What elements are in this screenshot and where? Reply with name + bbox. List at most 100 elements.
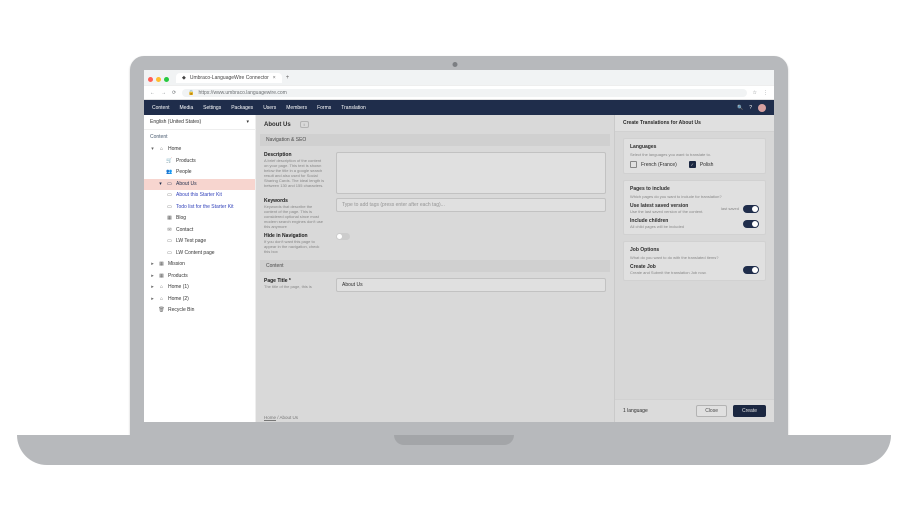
home-icon: ⌂ [158,296,165,304]
grid-icon: ▦ [166,215,173,223]
languages-card: Languages Select the languages you want … [623,138,766,174]
pages-header: Pages to include [630,186,759,192]
mail-icon: ✉ [166,227,173,235]
tree-recycle-bin[interactable]: 🗑Recycle Bin [144,305,255,317]
job-options-sub: What do you want to do with the translat… [630,255,759,260]
keywords-help: Keywords that describe the content of th… [264,204,326,229]
help-icon[interactable]: ? [749,105,752,111]
checkbox-french[interactable] [630,161,637,168]
tab-title: Umbraco-LanguageWire Connector [190,75,269,81]
doc-icon: ▭ [166,192,173,200]
tree-home[interactable]: ▾⌂Home [144,144,255,156]
language-label: English (United States) [150,119,201,125]
tree-home-1[interactable]: ▸⌂Home (1) [144,282,255,294]
latest-saved-sub: Use the last saved version of the conten… [630,209,703,214]
nav-translation[interactable]: Translation [341,105,366,111]
nav-back[interactable]: ← [150,90,155,96]
section-content: Content [260,260,610,272]
lang-polish-label: Polish [700,162,714,168]
trash-icon: 🗑 [158,307,165,315]
create-job-toggle[interactable] [743,266,759,274]
keywords-input[interactable]: Type to add tags (press enter after each… [336,198,606,212]
bookmark-icon[interactable]: ☆ [753,90,757,96]
lock-icon: 🔒 [188,90,194,96]
menu-icon[interactable]: ⋮ [763,90,768,96]
pagetitle-help: The title of the page, this is [264,284,326,289]
job-options-header: Job Options [630,247,759,253]
tree-lw-test[interactable]: ▭LW Test page [144,236,255,248]
translation-panel: Create Translations for About Us Languag… [614,115,774,422]
panel-title: Create Translations for About Us [615,115,774,132]
page-title: About Us [264,122,291,128]
close-button[interactable]: Close [696,405,727,417]
home-icon: ⌂ [158,284,165,292]
lang-french[interactable]: French (France) [630,161,677,168]
pages-card: Pages to include Which pages do you want… [623,180,766,235]
browser-tab[interactable]: ◆ Umbraco-LanguageWire Connector × [176,73,282,83]
address-bar[interactable]: 🔒 https://www.umbraco.languagewire.com [182,89,746,97]
lang-polish[interactable]: Polish [689,161,714,168]
nav-content[interactable]: Content [152,105,170,111]
window-controls [148,69,172,87]
tree-about-us[interactable]: ▾▭About Us [144,179,255,191]
tree-products[interactable]: 🛒Products [144,156,255,168]
description-help: A brief description of the content on yo… [264,158,326,188]
nav-reload[interactable]: ⟳ [172,90,176,96]
search-icon[interactable]: 🔍 [737,105,743,111]
top-navigation: Content Media Settings Packages Users Me… [144,100,774,115]
description-input[interactable] [336,152,606,194]
nav-users[interactable]: Users [263,105,276,111]
language-selector[interactable]: English (United States) ▾ [144,115,255,130]
tree-todo[interactable]: ▭Todo list for the Starter Kit [144,202,255,214]
pages-sub: Which pages do you want to include for t… [630,194,759,199]
languages-header: Languages [630,144,759,150]
latest-saved-toggle[interactable] [743,205,759,213]
panel-footer: 1 language Close Create [615,399,774,422]
include-children-sub: All child pages will be included [630,224,684,229]
section-navseo: Navigation & SEO [260,134,610,146]
tree-home-2[interactable]: ▸⌂Home (2) [144,294,255,306]
chevron-down-icon: ▾ [246,119,249,125]
home-icon: ⌂ [158,146,165,154]
tree-about-starter[interactable]: ▭About this Starter Kit [144,190,255,202]
job-options-card: Job Options What do you want to do with … [623,241,766,281]
doc-icon: ▭ [166,181,173,189]
doc-icon: ▭ [166,250,173,258]
pagetitle-input[interactable]: About Us [336,278,606,292]
hide-nav-help: If you don't want this page to appear in… [264,239,326,254]
create-button[interactable]: Create [733,405,766,417]
new-tab-button[interactable]: + [286,75,290,81]
breadcrumb[interactable]: Home / About Us [264,415,298,420]
sidebar: English (United States) ▾ Content ▾⌂Home… [144,115,256,422]
tree-lw-content[interactable]: ▭LW Content page [144,248,255,260]
lang-french-label: French (France) [641,162,677,168]
people-icon: 👥 [166,169,173,177]
hide-nav-toggle[interactable] [336,233,350,240]
nav-media[interactable]: Media [180,105,194,111]
nav-settings[interactable]: Settings [203,105,221,111]
info-pill[interactable]: i [300,121,309,128]
tree-products-2[interactable]: ▸▦Products [144,271,255,283]
tree-blog[interactable]: ▦Blog [144,213,255,225]
nav-forward[interactable]: → [161,90,166,96]
section-header: Content [144,130,255,144]
tree-mission[interactable]: ▸▦Mission [144,259,255,271]
create-job-sub: Create and Submit the translation Job no… [630,270,707,275]
content-editor: About Us i Navigation & SEO Description … [256,115,614,422]
grid-icon: ▦ [158,261,165,269]
tree-people[interactable]: 👥People [144,167,255,179]
include-children-toggle[interactable] [743,220,759,228]
footer-summary: 1 language [623,408,648,414]
latest-saved-badge: last saved [721,206,739,211]
grid-icon: ▦ [158,273,165,281]
tree-contact[interactable]: ✉Contact [144,225,255,237]
close-icon[interactable]: × [273,75,276,81]
nav-forms[interactable]: Forms [317,105,331,111]
cart-icon: 🛒 [166,158,173,166]
user-avatar[interactable] [758,104,766,112]
checkbox-polish[interactable] [689,161,696,168]
nav-packages[interactable]: Packages [231,105,253,111]
nav-members[interactable]: Members [286,105,307,111]
doc-icon: ▭ [166,204,173,212]
doc-icon: ▭ [166,238,173,246]
